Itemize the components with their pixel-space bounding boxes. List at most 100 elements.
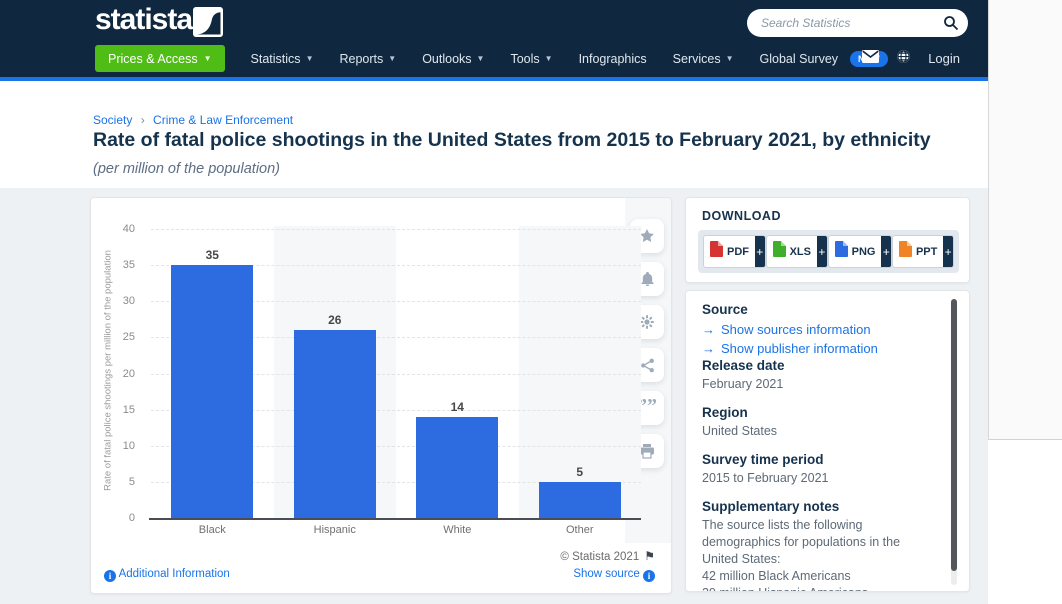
download-button-body: PPT xyxy=(893,236,943,267)
chevron-down-icon: ▼ xyxy=(306,54,314,63)
download-button-xls[interactable]: XLS + xyxy=(766,235,828,268)
bar-value-hispanic: 26 xyxy=(294,313,376,327)
chart-card: ”” Rate of fatal police shootings per mi… xyxy=(90,197,672,594)
y-tick-label: 25 xyxy=(91,331,135,343)
bar-value-white: 14 xyxy=(416,400,498,414)
download-button-body: PDF xyxy=(704,236,755,267)
nav-item-statistics[interactable]: Statistics▼ xyxy=(251,52,314,66)
header-utility-nav: Login xyxy=(862,45,960,72)
nav-item-services[interactable]: Services▼ xyxy=(673,52,734,66)
section-text: 2015 to February 2021 xyxy=(702,470,939,487)
additional-information-link[interactable]: i Additional Information xyxy=(104,568,230,582)
search-icon[interactable] xyxy=(943,15,959,36)
download-button-pdf[interactable]: PDF + xyxy=(703,235,766,268)
y-tick-label: 15 xyxy=(91,404,135,416)
download-title: DOWNLOAD xyxy=(702,209,781,223)
bar-hispanic xyxy=(294,330,376,518)
section-title-region: Region xyxy=(702,405,939,420)
statista-logo-icon[interactable] xyxy=(193,7,223,37)
bar-other xyxy=(539,482,621,518)
download-card: DOWNLOAD PDF+XLS+PNG+PPT+ xyxy=(685,197,970,283)
y-tick-label: 5 xyxy=(91,476,135,488)
y-tick-label: 0 xyxy=(91,512,135,524)
section-text: The source lists the following demograph… xyxy=(702,517,939,568)
search-input[interactable] xyxy=(761,10,931,35)
source-link-show-sources-information[interactable]: →Show sources information xyxy=(702,320,939,339)
login-link[interactable]: Login xyxy=(928,51,960,66)
y-tick-label: 30 xyxy=(91,295,135,307)
nav-item-tools[interactable]: Tools▼ xyxy=(510,52,552,66)
source-links: →Show sources information→Show publisher… xyxy=(702,320,939,358)
flag-icon[interactable]: ⚑ xyxy=(644,549,655,563)
bar-chart: Rate of fatal police shootings per milli… xyxy=(91,198,673,595)
breadcrumb: Society › Crime & Law Enforcement xyxy=(93,113,293,127)
download-button-body: PNG xyxy=(829,236,882,267)
section-title-survey-time-period: Survey time period xyxy=(702,452,939,467)
mail-icon[interactable] xyxy=(862,50,879,68)
source-title: Source xyxy=(702,302,939,317)
section-title-supplementary-notes: Supplementary notes xyxy=(702,499,939,514)
info-icon: i xyxy=(643,570,655,582)
bar-black xyxy=(171,265,253,518)
chevron-down-icon: ▼ xyxy=(726,54,734,63)
gridline xyxy=(151,229,641,230)
bar-value-black: 35 xyxy=(171,248,253,262)
plus-badge: + xyxy=(943,236,953,267)
ppt-file-icon xyxy=(899,241,912,262)
x-axis-line xyxy=(149,518,641,520)
breadcrumb-separator: › xyxy=(141,113,145,127)
globe-icon[interactable] xyxy=(896,49,911,69)
arrow-right-icon: → xyxy=(702,341,715,356)
nav-item-infographics[interactable]: Infographics xyxy=(579,52,647,66)
right-side-panel-bottom xyxy=(988,441,1062,604)
download-button-label: XLS xyxy=(790,246,811,258)
breadcrumb-link-society[interactable]: Society xyxy=(93,113,132,127)
download-button-ppt[interactable]: PPT + xyxy=(892,235,954,268)
chevron-down-icon: ▼ xyxy=(388,54,396,63)
download-buttons: PDF+XLS+PNG+PPT+ xyxy=(698,230,959,273)
section-text: February 2021 xyxy=(702,376,939,393)
png-file-icon xyxy=(835,241,848,262)
download-button-png[interactable]: PNG+ xyxy=(828,235,892,268)
arrow-right-icon: → xyxy=(702,322,715,337)
app-header: statista Prices & Access▼ Statistics▼ Repo… xyxy=(0,0,988,81)
download-button-label: PPT xyxy=(916,246,937,258)
page-subtitle: (per million of the population) xyxy=(93,161,280,177)
bar-white xyxy=(416,417,498,518)
nav-item-global-survey[interactable]: Global Survey xyxy=(760,52,839,66)
plus-badge: + xyxy=(755,236,765,267)
nav-item-outlooks[interactable]: Outlooks▼ xyxy=(422,52,484,66)
y-tick-label: 35 xyxy=(91,259,135,271)
download-button-label: PDF xyxy=(727,246,749,258)
chevron-down-icon: ▼ xyxy=(545,54,553,63)
x-axis-label-other: Other xyxy=(519,524,642,536)
download-button-body: XLS xyxy=(767,236,817,267)
bar-value-other: 5 xyxy=(539,465,621,479)
plus-badge: + xyxy=(817,236,827,267)
xls-file-icon xyxy=(773,241,786,262)
nav-item-prices-access[interactable]: Prices & Access▼ xyxy=(95,45,225,72)
x-axis-label-black: Black xyxy=(151,524,274,536)
nav-item-reports[interactable]: Reports▼ xyxy=(339,52,396,66)
source-link-show-publisher-information[interactable]: →Show publisher information xyxy=(702,339,939,358)
header-accent-bar xyxy=(0,77,988,81)
y-tick-label: 10 xyxy=(91,440,135,452)
search-box xyxy=(747,9,968,37)
statista-logo[interactable]: statista xyxy=(95,3,192,37)
source-details-card: Source →Show sources information→Show pu… xyxy=(685,290,970,592)
x-axis-label-white: White xyxy=(396,524,519,536)
y-tick-label: 20 xyxy=(91,368,135,380)
scrollbar-thumb[interactable] xyxy=(951,299,957,571)
section-text: 42 million Black Americans xyxy=(702,568,939,585)
chart-copyright: © Statista 2021⚑ xyxy=(560,549,655,563)
right-side-panel-top xyxy=(988,0,1062,440)
main-nav: Prices & Access▼ Statistics▼ Reports▼ Outlo… xyxy=(95,45,888,72)
show-source-link[interactable]: Show source i xyxy=(573,568,655,582)
section-text: United States xyxy=(702,423,939,440)
section-text: 39 million Hispanic Americans xyxy=(702,585,939,592)
x-axis-label-hispanic: Hispanic xyxy=(274,524,397,536)
pdf-file-icon xyxy=(710,241,723,262)
page-title: Rate of fatal police shootings in the Un… xyxy=(93,129,973,152)
breadcrumb-link-crime-law-enforcement[interactable]: Crime & Law Enforcement xyxy=(153,113,293,127)
section-title-release-date: Release date xyxy=(702,358,939,373)
